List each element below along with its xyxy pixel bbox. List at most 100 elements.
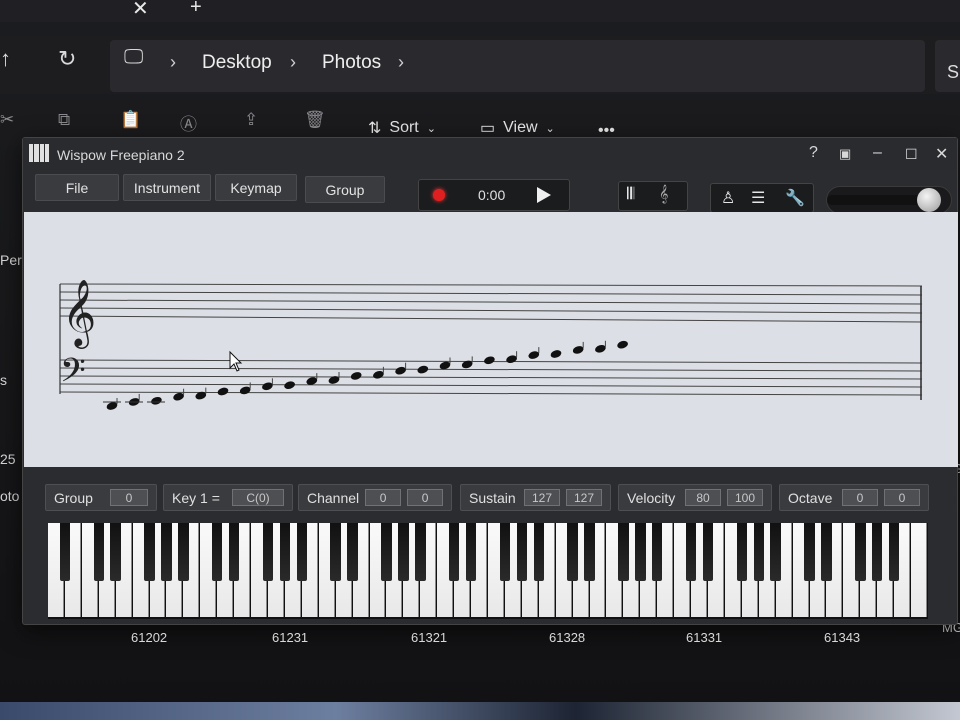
black-key[interactable] [516, 523, 528, 581]
black-key[interactable] [448, 523, 460, 581]
piano-window: Wispow Freepiano 2 ? ▣ – ☐ ✕ File Instru… [22, 137, 958, 625]
bass-clef-icon: 𝄢 [60, 352, 86, 398]
sustain-field-2[interactable]: 127 [566, 489, 602, 506]
velocity-field-1[interactable]: 80 [685, 489, 721, 506]
chevron-down-icon: ⌄ [545, 122, 555, 135]
cut-icon[interactable]: ✂ [0, 110, 14, 130]
black-key[interactable] [770, 523, 781, 581]
file-menu-button[interactable]: File [35, 174, 119, 201]
black-key[interactable] [651, 523, 663, 581]
view-button[interactable]: ▭ View ⌄ [480, 118, 555, 138]
play-icon[interactable] [537, 187, 551, 203]
key-field[interactable]: C(0) [232, 489, 284, 506]
black-key[interactable] [398, 523, 409, 581]
close-icon[interactable]: ✕ [935, 144, 948, 164]
key-number-label: 61343 [824, 630, 861, 645]
piano-app-icon [29, 144, 49, 162]
black-key[interactable] [567, 523, 578, 581]
black-key[interactable] [279, 523, 291, 581]
volume-knob[interactable] [917, 188, 941, 212]
black-key[interactable] [871, 523, 883, 581]
sort-icon: ⇅ [368, 120, 382, 137]
group-label: Group [54, 489, 93, 506]
key-number-label: 61331 [686, 630, 723, 645]
channel-field-1[interactable]: 0 [365, 489, 402, 506]
paste-icon[interactable]: 📋 [120, 110, 141, 130]
black-key[interactable] [465, 523, 477, 581]
keyboard-view-icon[interactable]: 𝄃𝄃 [627, 186, 634, 204]
breadcrumb-desktop[interactable]: Desktop [202, 52, 272, 74]
piano-keyboard[interactable] [48, 523, 928, 619]
black-key[interactable] [702, 523, 714, 581]
treble-staff-line [59, 283, 923, 287]
sidebar-item-fragment[interactable]: 25 [0, 451, 16, 467]
black-key[interactable] [381, 523, 392, 581]
channel-control: Channel 0 0 [298, 484, 452, 511]
black-key[interactable] [415, 523, 426, 581]
black-key[interactable] [584, 523, 595, 581]
volume-slider[interactable] [826, 186, 952, 214]
instrument-menu-button[interactable]: Instrument [123, 174, 211, 201]
black-key[interactable] [59, 523, 71, 581]
keymap-menu-button[interactable]: Keymap [215, 174, 297, 201]
black-key[interactable] [178, 523, 189, 581]
black-key[interactable] [228, 523, 240, 581]
close-tab-icon[interactable]: ✕ [132, 0, 149, 21]
black-key[interactable] [618, 523, 629, 581]
octave-field-2[interactable]: 0 [884, 489, 920, 506]
sort-button[interactable]: ⇅ Sort ⌄ [368, 118, 436, 138]
record-icon[interactable] [433, 189, 445, 201]
octave-label: Octave [788, 489, 833, 506]
black-key[interactable] [262, 523, 274, 581]
group-menu-button[interactable]: Group [305, 176, 385, 203]
refresh-icon[interactable]: ↻ [58, 46, 76, 72]
black-key[interactable] [296, 523, 308, 581]
maximize-icon[interactable]: ☐ [905, 146, 918, 163]
mixer-icon[interactable]: ☰ [751, 188, 765, 208]
black-key[interactable] [888, 523, 900, 581]
black-key[interactable] [533, 523, 544, 581]
black-key[interactable] [93, 523, 104, 581]
bass-staff-line [59, 391, 923, 396]
breadcrumb-photos[interactable]: Photos [322, 52, 381, 74]
copy-icon[interactable]: ⧉ [58, 110, 70, 130]
black-key[interactable] [347, 523, 358, 581]
sustain-field-1[interactable]: 127 [524, 489, 560, 506]
score-view-icon[interactable]: 𝄞 [659, 186, 668, 204]
metronome-icon[interactable]: ♙ [721, 188, 735, 208]
note-head [350, 372, 362, 380]
black-key[interactable] [855, 523, 866, 581]
staff-lines [59, 283, 923, 400]
black-key[interactable] [110, 523, 121, 581]
black-key[interactable] [635, 523, 646, 581]
black-key[interactable] [144, 523, 155, 581]
velocity-field-2[interactable]: 100 [727, 489, 763, 506]
picture-icon[interactable]: ▣ [839, 146, 851, 162]
sidebar-item-fragment[interactable]: s [0, 372, 7, 388]
black-key[interactable] [753, 523, 764, 581]
minimize-icon[interactable]: – [873, 144, 882, 162]
chevron-right-icon: › [290, 52, 296, 72]
delete-icon[interactable]: 🗑 [304, 110, 326, 130]
black-key[interactable] [821, 523, 832, 581]
channel-field-2[interactable]: 0 [407, 489, 443, 506]
black-key[interactable] [211, 523, 223, 581]
new-tab-icon[interactable]: + [190, 0, 202, 19]
up-arrow-icon[interactable]: ↑ [0, 46, 11, 72]
black-key[interactable] [685, 523, 697, 581]
help-icon[interactable]: ? [809, 144, 818, 162]
black-key[interactable] [161, 523, 172, 581]
black-key[interactable] [330, 523, 341, 581]
share-icon[interactable]: ⇪ [244, 110, 258, 130]
black-key[interactable] [736, 523, 748, 581]
wrench-icon[interactable]: 🔧 [785, 188, 805, 208]
black-key[interactable] [804, 523, 815, 581]
rename-icon[interactable]: Ⓐ [180, 110, 197, 135]
white-key[interactable] [911, 523, 927, 617]
octave-field-1[interactable]: 0 [842, 489, 878, 506]
black-key[interactable] [499, 523, 511, 581]
sidebar-item-fragment[interactable]: oto [0, 488, 19, 504]
note-head [373, 370, 384, 379]
group-field[interactable]: 0 [110, 489, 148, 506]
search-input[interactable]: S [935, 40, 960, 92]
